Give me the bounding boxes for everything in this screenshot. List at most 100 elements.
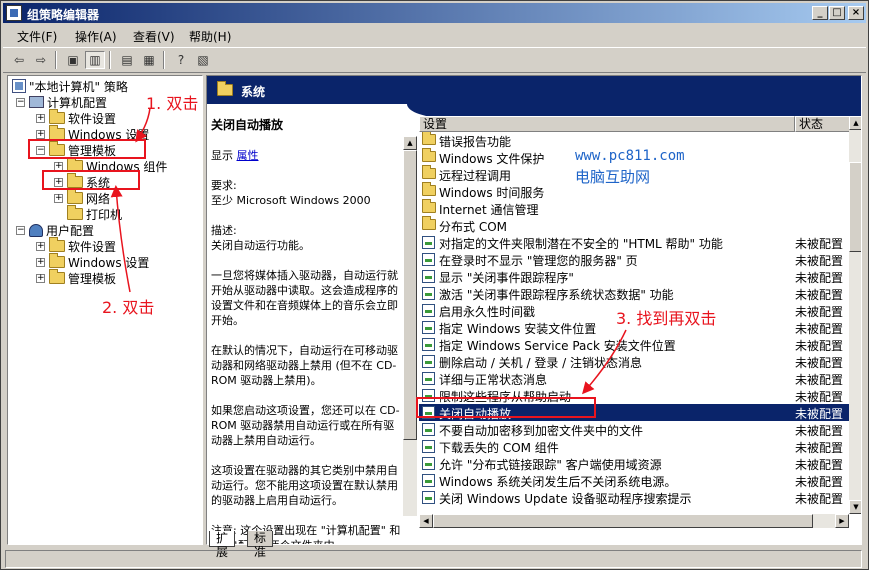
- folder-icon: [422, 148, 436, 162]
- folder-icon: [422, 216, 436, 230]
- policy-setting-row[interactable]: 激活 "关闭事件跟踪程序系统状态数据" 功能 未被配置: [419, 285, 849, 302]
- policy-setting-row[interactable]: 指定 Windows Service Pack 安装文件位置 未被配置: [419, 336, 849, 353]
- expand-icon[interactable]: +: [36, 241, 45, 251]
- close-button[interactable]: ×: [848, 6, 864, 20]
- tree-item-user-windows-settings[interactable]: + Windows 设置: [36, 253, 150, 270]
- setting-name: 指定 Windows Service Pack 安装文件位置: [439, 339, 676, 353]
- folder-icon: [67, 189, 83, 204]
- collapse-icon[interactable]: −: [16, 97, 25, 107]
- setting-name: Windows 系统关闭发生后不关闭系统电源。: [439, 475, 677, 489]
- expand-icon[interactable]: +: [54, 193, 63, 203]
- scroll-down-arrow-icon[interactable]: ▼: [849, 500, 861, 514]
- setting-name: 允许 "分布式链接跟踪" 客户端使用域资源: [439, 458, 662, 472]
- show-tree-icon[interactable]: ▥: [85, 51, 105, 69]
- user-icon: [29, 223, 43, 237]
- policy-setting-row[interactable]: 允许 "分布式链接跟踪" 客户端使用域资源 未被配置: [419, 455, 849, 472]
- description-scrollbar[interactable]: ▲: [403, 136, 417, 516]
- scroll-thumb[interactable]: [403, 150, 417, 440]
- tree-item-printers[interactable]: 打印机: [67, 205, 122, 222]
- setting-name: 关闭 Windows Update 设备驱动程序搜索提示: [439, 492, 692, 506]
- setting-state: 未被配置: [795, 271, 844, 285]
- tree-item-user-config[interactable]: − 用户配置: [16, 222, 94, 238]
- tree-item-label: Windows 设置: [68, 255, 150, 270]
- maximize-button[interactable]: □: [829, 6, 845, 20]
- expand-icon[interactable]: +: [36, 257, 45, 267]
- menu-file[interactable]: 文件(F): [17, 28, 57, 45]
- help-icon[interactable]: ?: [171, 51, 191, 69]
- tree-item-label: 网络: [86, 191, 111, 206]
- setting-state: 未被配置: [795, 339, 844, 353]
- tree-item-user-software-settings[interactable]: + 软件设置: [36, 237, 116, 254]
- menu-action[interactable]: 操作(A): [75, 28, 117, 45]
- up-folder-icon[interactable]: ▣: [63, 51, 83, 69]
- scroll-up-arrow-icon[interactable]: ▲: [403, 136, 417, 150]
- menu-view[interactable]: 查看(V): [133, 28, 175, 45]
- export-list-icon[interactable]: ▦: [139, 51, 159, 69]
- tree-item-software-settings[interactable]: + 软件设置: [36, 109, 117, 126]
- policy-setting-icon: [422, 423, 435, 436]
- policy-setting-icon: [422, 474, 435, 487]
- computer-icon: [29, 96, 44, 108]
- expand-icon[interactable]: +: [36, 129, 45, 139]
- description-paragraph: 注意: 这个设置出现在 "计算机配置" 和 "用户配置" 两个文件夹中。: [211, 524, 401, 544]
- folder-open-icon: [217, 81, 233, 96]
- list-horizontal-scrollbar[interactable]: ◀ ▶: [419, 514, 849, 528]
- policy-setting-row[interactable]: Windows 系统关闭发生后不关闭系统电源。 未被配置: [419, 472, 849, 489]
- back-arrow-icon[interactable]: ⇦: [9, 51, 29, 69]
- list-folder-row[interactable]: Internet 通信管理: [419, 199, 849, 217]
- expand-icon[interactable]: +: [36, 113, 45, 123]
- description-label: 描述:: [211, 224, 237, 237]
- tab-standard[interactable]: 标准: [247, 531, 274, 559]
- tab-extended[interactable]: 扩展: [209, 531, 236, 559]
- scroll-thumb[interactable]: [849, 162, 861, 252]
- annotation-step2: 2. 双击: [102, 298, 155, 317]
- list-folder-row[interactable]: 错误报告功能: [419, 132, 849, 149]
- policy-setting-row[interactable]: 详细与正常状态消息 未被配置: [419, 370, 849, 387]
- setting-state: 未被配置: [795, 458, 844, 472]
- policy-setting-icon: [422, 355, 435, 368]
- properties-link[interactable]: 属性: [237, 149, 259, 162]
- description-paragraph: 一旦您将媒体插入驱动器，自动运行就开始从驱动器中读取。这会造成程序的设置文件和在…: [211, 269, 398, 327]
- window-title: 组策略编辑器: [27, 8, 100, 22]
- policy-setting-row[interactable]: 不要自动加密移到加密文件夹中的文件 未被配置: [419, 421, 849, 438]
- tree-item-label: 软件设置: [68, 111, 117, 126]
- list-vertical-scrollbar[interactable]: ▲ ▼: [849, 116, 861, 514]
- policy-setting-row[interactable]: 关闭 Windows Update 设备驱动程序搜索提示 未被配置: [419, 489, 849, 506]
- setting-name: 显示 "关闭事件跟踪程序": [439, 271, 574, 285]
- scroll-up-arrow-icon[interactable]: ▲: [849, 116, 861, 130]
- policy-setting-row[interactable]: 显示 "关闭事件跟踪程序" 未被配置: [419, 268, 849, 285]
- policy-setting-row[interactable]: 对指定的文件夹限制潜在不安全的 "HTML 帮助" 功能 未被配置: [419, 234, 849, 251]
- tree-item-local-policy[interactable]: "本地计算机" 策略: [12, 78, 128, 94]
- tree-item-computer-config[interactable]: − 计算机配置: [16, 94, 107, 110]
- policy-setting-row[interactable]: 下载丢失的 COM 组件 未被配置: [419, 438, 849, 455]
- menu-help[interactable]: 帮助(H): [189, 28, 231, 45]
- policy-setting-row[interactable]: 在登录时不显示 "管理您的服务器" 页 未被配置: [419, 251, 849, 268]
- collapse-icon[interactable]: −: [16, 225, 25, 235]
- policy-setting-icon: [422, 304, 435, 317]
- setting-state: 未被配置: [795, 492, 844, 506]
- expand-icon[interactable]: +: [36, 273, 45, 283]
- tree-item-network[interactable]: + 网络: [54, 189, 111, 206]
- minimize-button[interactable]: _: [812, 6, 828, 20]
- setting-name: 详细与正常状态消息: [439, 373, 548, 387]
- folder-icon: [49, 109, 65, 124]
- column-header-setting[interactable]: 设置: [419, 116, 795, 132]
- annotation-step1: 1. 双击: [146, 94, 199, 113]
- highlight-autoplay: [416, 397, 596, 418]
- properties-icon[interactable]: ▤: [117, 51, 137, 69]
- scroll-right-arrow-icon[interactable]: ▶: [835, 514, 849, 528]
- list-folder-row[interactable]: 分布式 COM: [419, 216, 849, 234]
- section-title: 系统: [241, 85, 266, 99]
- scroll-left-arrow-icon[interactable]: ◀: [419, 514, 433, 528]
- console-icon[interactable]: ▧: [193, 51, 213, 69]
- setting-name: 不要自动加密移到加密文件夹中的文件: [439, 424, 644, 438]
- policy-setting-row[interactable]: 删除启动 / 关机 / 登录 / 注销状态消息 未被配置: [419, 353, 849, 370]
- tree-item-user-admin-templates[interactable]: + 管理模板: [36, 269, 117, 286]
- folder-icon: [422, 199, 436, 213]
- scroll-thumb[interactable]: [433, 514, 813, 528]
- setting-name: 下载丢失的 COM 组件: [439, 441, 559, 455]
- setting-state: 未被配置: [795, 288, 844, 302]
- tree-item-label: 管理模板: [68, 271, 117, 286]
- policy-setting-icon: [422, 253, 435, 266]
- forward-arrow-icon[interactable]: ⇨: [31, 51, 51, 69]
